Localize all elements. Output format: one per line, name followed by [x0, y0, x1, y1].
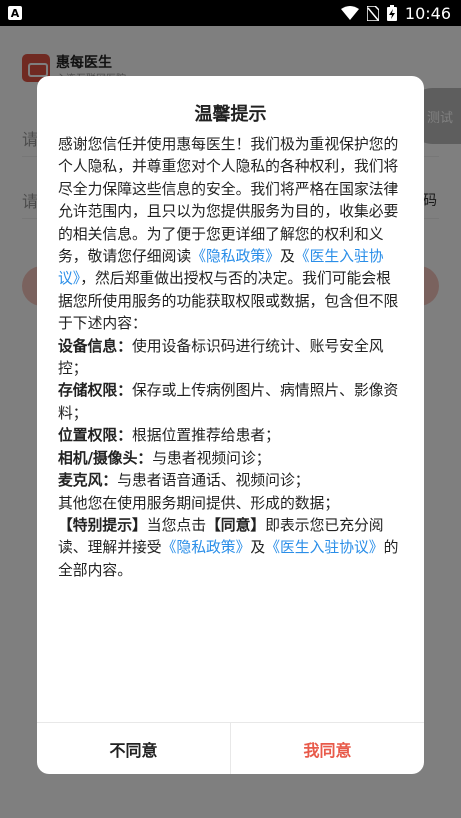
special-notice: 【特别提示】当您点击【同意】即表示您已充分阅读、理解并接受《隐私政策》及《医生入…	[58, 515, 403, 582]
dialog-body: 感谢您信任并使用惠每医生！我们极为重视保护您的个人隐私，并尊重您对个人隐私的各种…	[58, 134, 403, 582]
permission-label: 麦克风：	[58, 472, 118, 490]
permission-label: 相机/摄像头：	[58, 449, 153, 467]
special-text: 当您点击	[146, 516, 206, 534]
disagree-button[interactable]: 不同意	[37, 723, 231, 774]
battery-charging-icon	[386, 5, 397, 21]
special-notice-label: 【特别提示】	[58, 516, 147, 534]
privacy-policy-link[interactable]: 《隐私政策》	[191, 248, 280, 265]
agree-bracket-text: 【同意】	[206, 516, 266, 534]
permission-item: 存储权限：保存或上传病例图片、病情照片、影像资料；	[58, 380, 403, 425]
permission-item: 设备信息：使用设备标识码进行统计、账号安全风控；	[58, 336, 403, 381]
intro-paragraph: 感谢您信任并使用惠每医生！我们极为重视保护您的个人隐私，并尊重您对个人隐私的各种…	[58, 134, 403, 336]
permission-desc: 与患者语音通话、视频问诊；	[117, 472, 310, 490]
intro-text: 感谢您信任并使用惠每医生！我们极为重视保护您的个人隐私，并尊重您对个人隐私的各种…	[58, 136, 399, 266]
agree-button[interactable]: 我同意	[231, 723, 424, 774]
permission-item: 麦克风：与患者语音通话、视频问诊；	[58, 470, 403, 492]
clock-time: 10:46	[404, 3, 451, 23]
privacy-policy-link-2[interactable]: 《隐私政策》	[162, 539, 251, 556]
and-text: 及	[279, 248, 295, 266]
permission-label: 位置权限：	[58, 427, 132, 445]
app-notification-icon: A	[8, 6, 22, 20]
permission-item: 相机/摄像头：与患者视频问诊；	[58, 448, 403, 470]
intro-text-2: ，然后郑重做出授权与否的决定。我们可能会根据您所使用服务的功能获取权限或数据，包…	[58, 270, 399, 333]
other-data-text: 其他您在使用服务期间提供、形成的数据；	[58, 494, 340, 512]
permission-desc: 与患者视频问诊；	[152, 449, 271, 467]
wifi-icon	[340, 6, 359, 20]
no-sim-icon	[366, 5, 379, 21]
permission-label: 设备信息：	[58, 337, 132, 355]
doctor-agreement-link-2[interactable]: 《医生入驻协议》	[265, 539, 383, 556]
permission-label: 存储权限：	[58, 382, 132, 400]
status-bar: A 10:46	[0, 0, 461, 26]
privacy-dialog: 温馨提示 感谢您信任并使用惠每医生！我们极为重视保护您的个人隐私，并尊重您对个人…	[37, 76, 424, 774]
dialog-title: 温馨提示	[194, 104, 267, 125]
and-text-2: 及	[250, 539, 266, 557]
dialog-button-row: 不同意 我同意	[37, 722, 424, 774]
permission-desc: 根据位置推荐给患者；	[132, 427, 280, 445]
permission-item: 位置权限：根据位置推荐给患者；	[58, 425, 403, 447]
